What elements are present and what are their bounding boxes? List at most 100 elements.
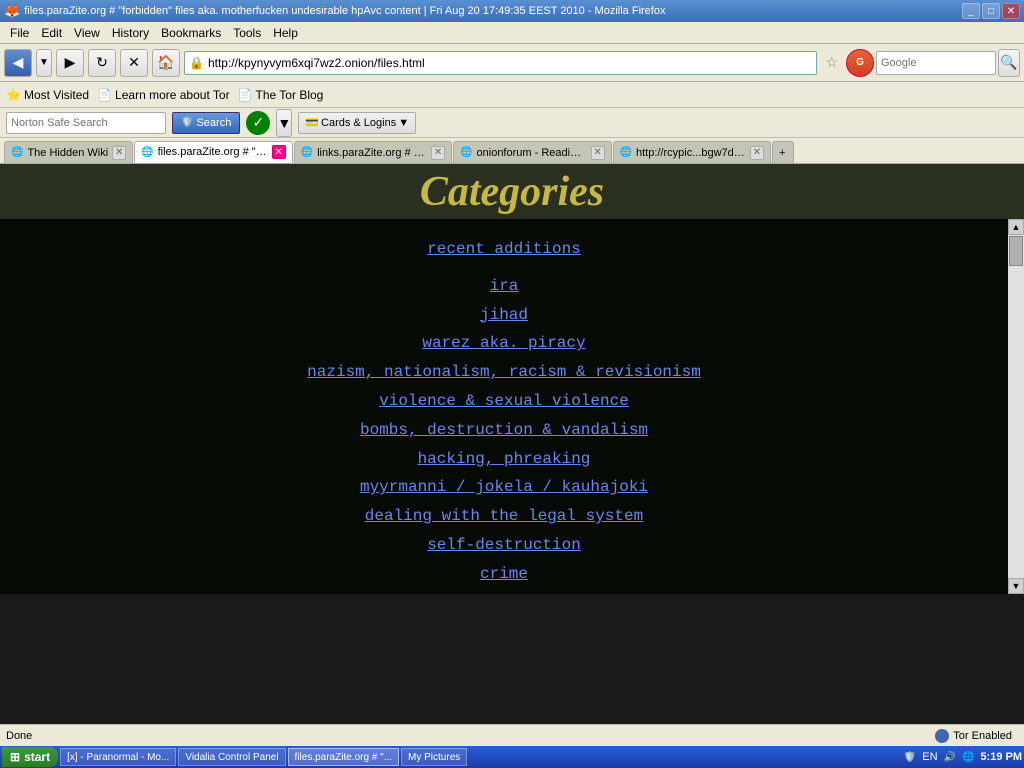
status-text: Done <box>6 730 32 742</box>
scroll-thumb[interactable] <box>1009 236 1023 266</box>
link-legal[interactable]: dealing with the legal system <box>0 502 1008 531</box>
search-button[interactable]: 🔍 <box>998 49 1020 77</box>
clock: 5:19 PM <box>980 751 1022 763</box>
main-content: Categories recent additions ira jihad wa… <box>0 164 1024 594</box>
categories-title: Categories <box>420 168 604 216</box>
address-bar[interactable]: 🔒 http://kpynyvym6xqi7wz2.onion/files.ht… <box>184 51 817 75</box>
tabs-bar: 🌐 The Hidden Wiki ✕ 🌐 files.paraZite.org… <box>0 138 1024 164</box>
tab-parazite[interactable]: 🌐 files.paraZite.org # "fo... ✕ <box>134 141 292 163</box>
home-button[interactable]: 🏠 <box>152 49 180 77</box>
norton-search[interactable] <box>6 112 166 134</box>
categories-header: Categories <box>0 164 1024 219</box>
titlebar: 🦊 files.paraZite.org # "forbidden" files… <box>0 0 1024 22</box>
norton-search-button[interactable]: 🛡️ Search <box>172 112 240 134</box>
bookmark-tor-blog[interactable]: 📄 The Tor Blog <box>238 88 324 102</box>
minimize-button[interactable]: _ <box>962 3 980 19</box>
start-button[interactable]: ⊞ start <box>2 747 58 767</box>
tab-close-onionforum[interactable]: ✕ <box>591 146 605 160</box>
link-recent[interactable]: recent additions <box>0 235 1008 264</box>
link-crime[interactable]: crime <box>0 560 1008 589</box>
learn-tor-label: Learn more about Tor <box>115 88 230 102</box>
tab-close-hidden-wiki[interactable]: ✕ <box>112 146 126 160</box>
scrollbar[interactable]: ▲ ▼ <box>1008 219 1024 594</box>
tor-icon <box>935 729 949 743</box>
bookmark-learn-tor[interactable]: 📄 Learn more about Tor <box>97 88 229 102</box>
search-engine-icon[interactable]: G <box>846 49 874 77</box>
reload-icon: ↻ <box>96 54 108 71</box>
tab-icon-rcypic: 🌐 <box>620 147 632 158</box>
tab-onionforum[interactable]: 🌐 onionforum - Reading Topic... ✕ <box>453 141 611 163</box>
link-nazism[interactable]: nazism, nationalism, racism & revisionis… <box>0 358 1008 387</box>
tab-links[interactable]: 🌐 links.paraZite.org # underg... ✕ <box>294 141 452 163</box>
most-visited-label: Most Visited <box>24 88 89 102</box>
reload-button[interactable]: ↻ <box>88 49 116 77</box>
tor-blog-label: The Tor Blog <box>256 88 324 102</box>
cards-icon: 💳 <box>305 116 319 129</box>
taskbar-parazite-label: files.paraZite.org # "... <box>295 752 392 763</box>
links-container: recent additions ira jihad warez aka. pi… <box>0 219 1008 594</box>
norton-bar: 🛡️ Search ✓ ▼ 💳 Cards & Logins ▼ <box>0 108 1024 138</box>
check-dropdown-button[interactable]: ▼ <box>276 109 292 137</box>
taskbar-paranormal[interactable]: [x] - Paranormal - Mo... <box>60 748 176 766</box>
learn-tor-icon: 📄 <box>97 88 112 102</box>
tor-enabled-label: Tor Enabled <box>953 730 1012 742</box>
taskbar-pictures[interactable]: My Pictures <box>401 748 467 766</box>
tor-enabled-indicator: Tor Enabled <box>935 729 1012 743</box>
tab-hidden-wiki[interactable]: 🌐 The Hidden Wiki ✕ <box>4 141 133 163</box>
norton-taskbar-icon: 🛡️ <box>904 752 916 763</box>
taskbar-vidalia-label: Vidalia Control Panel <box>185 752 278 763</box>
bookmark-star-button[interactable]: ☆ <box>821 54 842 71</box>
new-tab-button[interactable]: + <box>772 141 794 163</box>
back-icon: ◀ <box>13 54 24 71</box>
menu-view[interactable]: View <box>68 24 106 42</box>
menu-history[interactable]: History <box>106 24 155 42</box>
windows-icon: ⊞ <box>10 750 20 764</box>
back-button[interactable]: ◀ <box>4 49 32 77</box>
search-bar[interactable] <box>876 51 996 75</box>
restore-button[interactable]: □ <box>982 3 1000 19</box>
link-ira[interactable]: ira <box>0 272 1008 301</box>
menu-tools[interactable]: Tools <box>227 24 267 42</box>
menu-edit[interactable]: Edit <box>35 24 68 42</box>
scroll-up-button[interactable]: ▲ <box>1008 219 1024 235</box>
tab-close-rcypic[interactable]: ✕ <box>750 146 764 160</box>
close-button[interactable]: ✕ <box>1002 3 1020 19</box>
dropdown-button[interactable]: ▼ <box>36 49 52 77</box>
forward-button[interactable]: ▶ <box>56 49 84 77</box>
most-visited-icon: ⭐ <box>6 88 21 102</box>
tab-label-parazite: files.paraZite.org # "fo... <box>158 146 268 158</box>
link-hacking[interactable]: hacking, phreaking <box>0 445 1008 474</box>
stop-button[interactable]: ✕ <box>120 49 148 77</box>
tab-close-links[interactable]: ✕ <box>431 146 445 160</box>
link-lockpicking[interactable]: lock picking <box>0 589 1008 594</box>
menu-help[interactable]: Help <box>267 24 304 42</box>
link-myyrmanni[interactable]: myyrmanni / jokela / kauhajoki <box>0 473 1008 502</box>
taskbar-right: 🛡️ EN 🔊 🌐 5:19 PM <box>904 751 1022 763</box>
link-jihad[interactable]: jihad <box>0 301 1008 330</box>
menu-bookmarks[interactable]: Bookmarks <box>155 24 227 42</box>
link-self-destruction[interactable]: self-destruction <box>0 531 1008 560</box>
security-check-icon[interactable]: ✓ <box>246 111 270 135</box>
taskbar-vidalia[interactable]: Vidalia Control Panel <box>178 748 285 766</box>
cards-logins-button[interactable]: 💳 Cards & Logins ▼ <box>298 112 416 134</box>
link-warez[interactable]: warez aka. piracy <box>0 329 1008 358</box>
link-violence[interactable]: violence & sexual violence <box>0 387 1008 416</box>
scroll-down-button[interactable]: ▼ <box>1008 578 1024 594</box>
firefox-icon: 🦊 <box>4 3 20 19</box>
taskbar-pictures-label: My Pictures <box>408 752 460 763</box>
tab-icon-onionforum: 🌐 <box>460 147 472 158</box>
network-icon: 🌐 <box>962 752 974 763</box>
tab-close-parazite[interactable]: ✕ <box>272 145 286 159</box>
search-input[interactable] <box>881 57 971 69</box>
scroll-track[interactable] <box>1008 235 1024 578</box>
tab-icon-links: 🌐 <box>301 147 313 158</box>
bookmark-most-visited[interactable]: ⭐ Most Visited <box>6 88 89 102</box>
stop-icon: ✕ <box>128 54 140 71</box>
tab-rcypic[interactable]: 🌐 http://rcypic...bgw7dq.onion/ ✕ <box>613 141 771 163</box>
norton-search-input[interactable] <box>11 117 131 129</box>
link-bombs[interactable]: bombs, destruction & vandalism <box>0 416 1008 445</box>
taskbar-parazite[interactable]: files.paraZite.org # "... <box>288 748 399 766</box>
menu-file[interactable]: File <box>4 24 35 42</box>
statusbar: Done Tor Enabled <box>0 724 1024 746</box>
lock-icon: 🔒 <box>189 56 204 70</box>
